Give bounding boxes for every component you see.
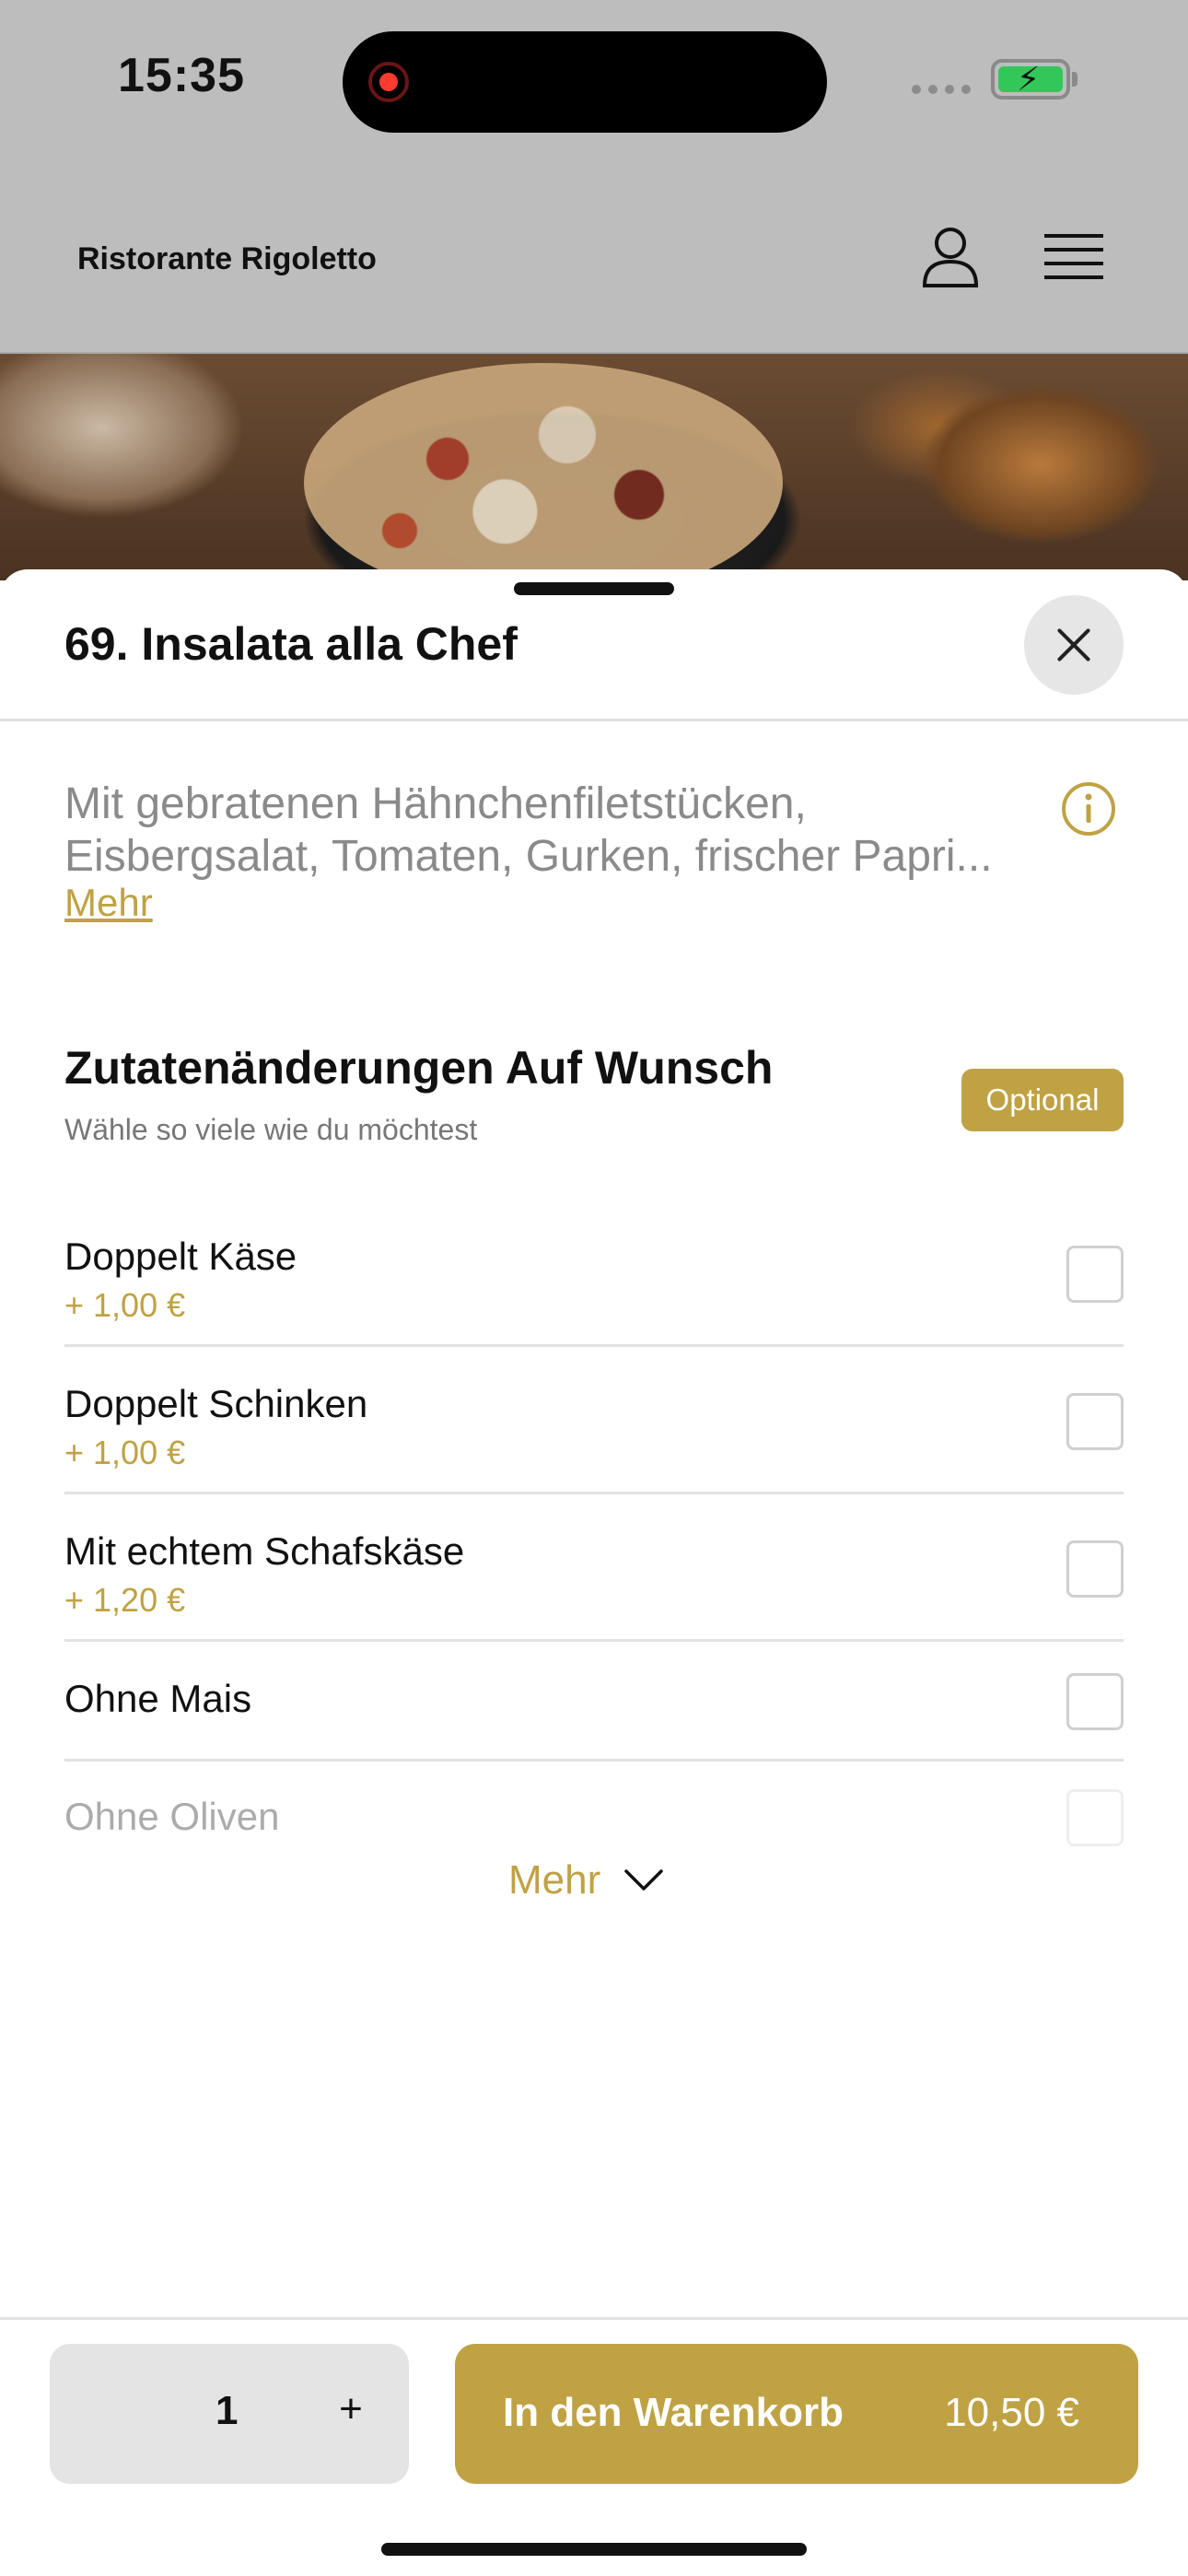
add-to-cart-button[interactable]: In den Warenkorb 10,50 € <box>455 2344 1138 2484</box>
home-indicator <box>381 2543 807 2556</box>
option-checkbox[interactable] <box>1066 1540 1124 1598</box>
product-title: 69. Insalata alla Chef <box>64 618 518 670</box>
option-checkbox[interactable] <box>1066 1246 1124 1303</box>
show-more-label: Mehr <box>508 1857 601 1903</box>
product-photo <box>0 354 1188 580</box>
option-row[interactable]: Mit echtem Schafskäse + 1,20 € <box>64 1494 1124 1642</box>
option-checkbox[interactable] <box>1066 1393 1124 1450</box>
user-icon[interactable] <box>921 225 980 289</box>
description-line: Mit gebratenen Hähnchenfiletstücken, <box>64 779 807 828</box>
optional-badge: Optional <box>961 1069 1124 1131</box>
cart-price: 10,50 € <box>944 2390 1079 2435</box>
battery-icon: ⚡ <box>991 59 1070 100</box>
product-detail-sheet: 69. Insalata alla Chef Mit gebratenen Hä… <box>0 569 1188 2576</box>
app-header: Ristorante Rigoletto <box>0 162 1188 354</box>
quantity-value: 1 <box>215 2388 239 2433</box>
restaurant-name[interactable]: Ristorante Rigoletto <box>77 241 377 277</box>
product-description: Mit gebratenen Hähnchenfiletstücken, Eis… <box>64 778 1059 883</box>
quantity-stepper[interactable]: 1 + <box>50 2344 409 2484</box>
close-button[interactable] <box>1024 595 1124 695</box>
footer-divider <box>0 2317 1188 2320</box>
option-price: + 1,00 € <box>64 1434 186 1471</box>
option-price: + 1,20 € <box>64 1581 186 1619</box>
sheet-grabber[interactable] <box>514 582 674 595</box>
option-name: Mit echtem Schafskäse <box>64 1529 465 1573</box>
section-title: Zutatenänderungen Auf Wunsch <box>64 1042 774 1094</box>
option-row[interactable]: Doppelt Käse + 1,00 € <box>64 1200 1124 1347</box>
info-icon[interactable] <box>1061 781 1116 837</box>
increment-button[interactable]: + <box>326 2384 376 2434</box>
option-checkbox[interactable] <box>1066 1673 1124 1730</box>
description-more-link[interactable]: Mehr <box>64 881 153 925</box>
status-time: 15:35 <box>118 49 245 102</box>
divider <box>0 719 1188 721</box>
option-price: + 1,00 € <box>64 1286 186 1324</box>
section-subtitle: Wähle so viele wie du möchtest <box>64 1113 478 1146</box>
description-line: Eisbergsalat, Tomaten, Gurken, frischer … <box>64 832 993 881</box>
option-name: Doppelt Schinken <box>64 1382 368 1425</box>
add-to-cart-label: In den Warenkorb <box>503 2390 844 2435</box>
hamburger-menu-icon[interactable] <box>1044 232 1103 282</box>
option-row[interactable]: Doppelt Schinken + 1,00 € <box>64 1347 1124 1494</box>
dynamic-island <box>343 31 827 133</box>
option-name: Doppelt Käse <box>64 1235 297 1278</box>
option-name: Ohne Mais <box>64 1677 252 1720</box>
status-bar: 15:35 ⚡ <box>0 0 1188 162</box>
recording-icon <box>368 62 409 102</box>
show-more-button[interactable]: Mehr <box>508 1857 663 1903</box>
signal-icon <box>912 85 971 94</box>
option-checkbox[interactable] <box>1066 1789 1124 1846</box>
option-name: Ohne Oliven <box>64 1795 280 1838</box>
chevron-down-icon <box>624 1869 663 1891</box>
option-row[interactable]: Ohne Mais <box>64 1642 1124 1762</box>
option-list: Doppelt Käse + 1,00 € Doppelt Schinken +… <box>64 1200 1124 1878</box>
